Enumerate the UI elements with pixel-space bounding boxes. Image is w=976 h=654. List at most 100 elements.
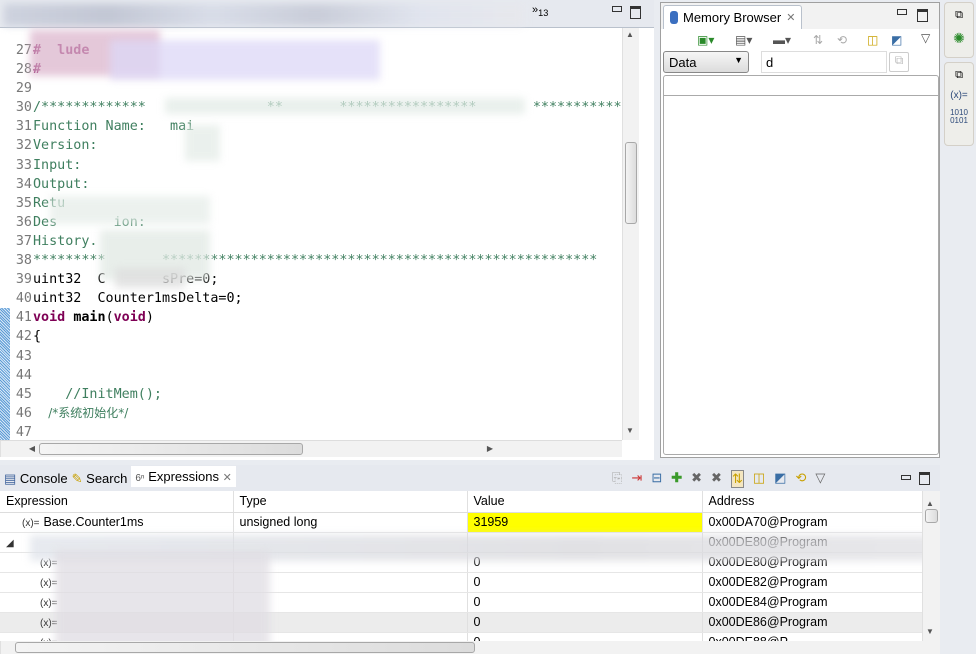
- new-tab-icon[interactable]: ◫: [867, 33, 878, 47]
- code-line[interactable]: 45 //InitMem();: [0, 385, 622, 404]
- sync-icon[interactable]: ⟲: [837, 33, 847, 47]
- tab-memory-browser[interactable]: Memory Browser ✕: [663, 5, 803, 29]
- scroll-down-icon[interactable]: ▼: [623, 426, 637, 435]
- maximize-icon[interactable]: [917, 9, 928, 22]
- minimize-icon[interactable]: [901, 475, 911, 480]
- remove-icon[interactable]: ✖: [691, 470, 702, 488]
- column-header-value[interactable]: Value: [467, 491, 703, 513]
- code-line[interactable]: 31 Function Name: mai: [0, 117, 622, 136]
- expression-row[interactable]: (x)= Base.Counter1ms unsigned long 31959 0x0…: [0, 512, 922, 533]
- code-line[interactable]: 38 ********* ****************************…: [0, 251, 622, 270]
- tab-label: Console: [19, 470, 68, 486]
- new-memory-monitor-icon[interactable]: ▣▾: [697, 33, 714, 47]
- expand-icon[interactable]: ◢: [6, 538, 14, 549]
- close-icon[interactable]: ✕: [223, 472, 232, 484]
- continuous-refresh-icon[interactable]: ⇅: [730, 470, 744, 488]
- line-number: 38: [15, 253, 32, 269]
- blurred-region: [185, 125, 220, 161]
- tab-expressions[interactable]: 6ⁿ Expressions ✕: [131, 466, 236, 487]
- line-number: 33: [15, 157, 32, 173]
- remove-all-icon[interactable]: ✖: [711, 470, 722, 488]
- address-input[interactable]: d: [761, 51, 887, 73]
- add-expression-icon[interactable]: ✚: [671, 470, 682, 488]
- pin-icon[interactable]: ◩: [774, 470, 786, 488]
- close-icon[interactable]: ✕: [786, 11, 795, 24]
- scroll-thumb[interactable]: [925, 509, 938, 523]
- minimize-icon[interactable]: [612, 6, 622, 12]
- variables-icon[interactable]: (x)=: [950, 90, 968, 101]
- code-line[interactable]: 32 Version:: [0, 136, 622, 155]
- code-line[interactable]: 41 void main(void): [0, 308, 622, 327]
- copy-icon[interactable]: ⎘: [612, 470, 622, 488]
- debug-icon[interactable]: ✺: [953, 30, 965, 47]
- memory-space-select[interactable]: Data ▼: [663, 51, 749, 73]
- code-line[interactable]: 37 History.: [0, 232, 622, 251]
- trim-group-2: ⧉ (x)= 1010 0101: [944, 62, 974, 146]
- tab-label: Expressions: [148, 469, 220, 484]
- column-header-expression[interactable]: Expression: [0, 491, 234, 513]
- refresh-icon[interactable]: ⟲: [795, 470, 806, 488]
- code-line[interactable]: 44: [0, 366, 622, 385]
- code-line[interactable]: 42{: [0, 327, 622, 346]
- scroll-thumb[interactable]: [39, 443, 303, 455]
- maximize-icon[interactable]: [630, 6, 641, 19]
- code-token: /*系统初始化*/: [33, 405, 129, 420]
- restore-icon[interactable]: ⧉: [955, 9, 963, 22]
- expressions-horizontal-scrollbar[interactable]: [0, 641, 940, 654]
- memory-view-icon[interactable]: 1010 0101: [950, 109, 968, 125]
- line-number: 36: [15, 214, 32, 230]
- pin-icon[interactable]: ◩: [891, 33, 902, 47]
- minimize-icon[interactable]: [897, 9, 907, 15]
- view-menu-icon[interactable]: ▽: [921, 31, 930, 45]
- scroll-up-icon[interactable]: ▲: [923, 499, 937, 508]
- column-header-type[interactable]: Type: [233, 491, 468, 513]
- code-token: (: [105, 310, 114, 326]
- editor-horizontal-scrollbar[interactable]: ◀ ▶: [0, 440, 622, 457]
- expression-cell-text: Base.Counter1ms: [43, 515, 144, 529]
- code-line[interactable]: 33 Input:: [0, 156, 622, 175]
- editor-tab-bar: »13: [0, 0, 654, 28]
- collapse-all-icon[interactable]: ⊟: [651, 470, 662, 488]
- code-line[interactable]: 34 Output:: [0, 175, 622, 194]
- expressions-table[interactable]: Expression Type Value Address (x)= Base.C…: [0, 491, 922, 641]
- new-view-icon[interactable]: ◫: [753, 470, 765, 488]
- import-memory-icon[interactable]: ▤▾: [735, 33, 752, 47]
- code-token: //InitMem();: [33, 386, 162, 402]
- overflow-tabs-button[interactable]: »13: [532, 4, 548, 18]
- scroll-left-icon[interactable]: ◀: [25, 444, 39, 453]
- column-header-address[interactable]: Address: [702, 491, 922, 513]
- line-text: /*系统初始化*/: [33, 404, 128, 423]
- restore-icon[interactable]: ⧉: [955, 69, 963, 82]
- scroll-thumb[interactable]: [625, 142, 637, 224]
- code-line[interactable]: 46 /*系统初始化*/: [0, 404, 622, 423]
- view-menu-icon[interactable]: ▽: [815, 470, 825, 488]
- code-token: void: [113, 310, 146, 326]
- code-line[interactable]: 29: [0, 79, 622, 98]
- code-line[interactable]: 40 uint32 Counter1msDelta=0;: [0, 289, 622, 308]
- export-memory-icon[interactable]: ▬▾: [773, 33, 791, 47]
- go-button[interactable]: ⧉: [889, 52, 909, 72]
- refresh-icon[interactable]: ⇅: [813, 33, 823, 47]
- code-editor[interactable]: »13 27# lude28#2930/************* ** ***…: [0, 0, 654, 460]
- line-number: 28: [15, 62, 32, 78]
- memory-content: ▣▾ ▤▾ ▬▾ ⇅ ⟲ ◫ ◩ ▽ Data ▼ d ⧉: [661, 29, 939, 457]
- blurred-region: [55, 551, 270, 641]
- tab-label: Search: [86, 470, 128, 486]
- scroll-right-icon[interactable]: ▶: [483, 444, 497, 453]
- value-cell: 31959: [467, 512, 703, 533]
- code-token: uint32 Counter1msDelta=0;: [33, 291, 243, 307]
- editor-vertical-scrollbar[interactable]: ▲ ▼: [622, 28, 639, 440]
- code-line[interactable]: 39uint32 C sPre=0;: [0, 270, 622, 289]
- maximize-icon[interactable]: [919, 472, 930, 485]
- scroll-up-icon[interactable]: ▲: [623, 30, 637, 39]
- scroll-down-icon[interactable]: ▼: [923, 627, 937, 636]
- code-line[interactable]: 43: [0, 347, 622, 366]
- expressions-vertical-scrollbar[interactable]: ▲ ▼: [922, 491, 940, 641]
- select-all-icon[interactable]: ⇥: [631, 470, 642, 488]
- code-line[interactable]: 47: [0, 423, 622, 439]
- tab-console[interactable]: ▤ Console: [4, 471, 68, 487]
- blurred-region: [115, 268, 185, 288]
- code-token: void: [33, 310, 66, 326]
- tab-search[interactable]: ✎ Search: [72, 471, 128, 487]
- scroll-thumb[interactable]: [15, 642, 475, 653]
